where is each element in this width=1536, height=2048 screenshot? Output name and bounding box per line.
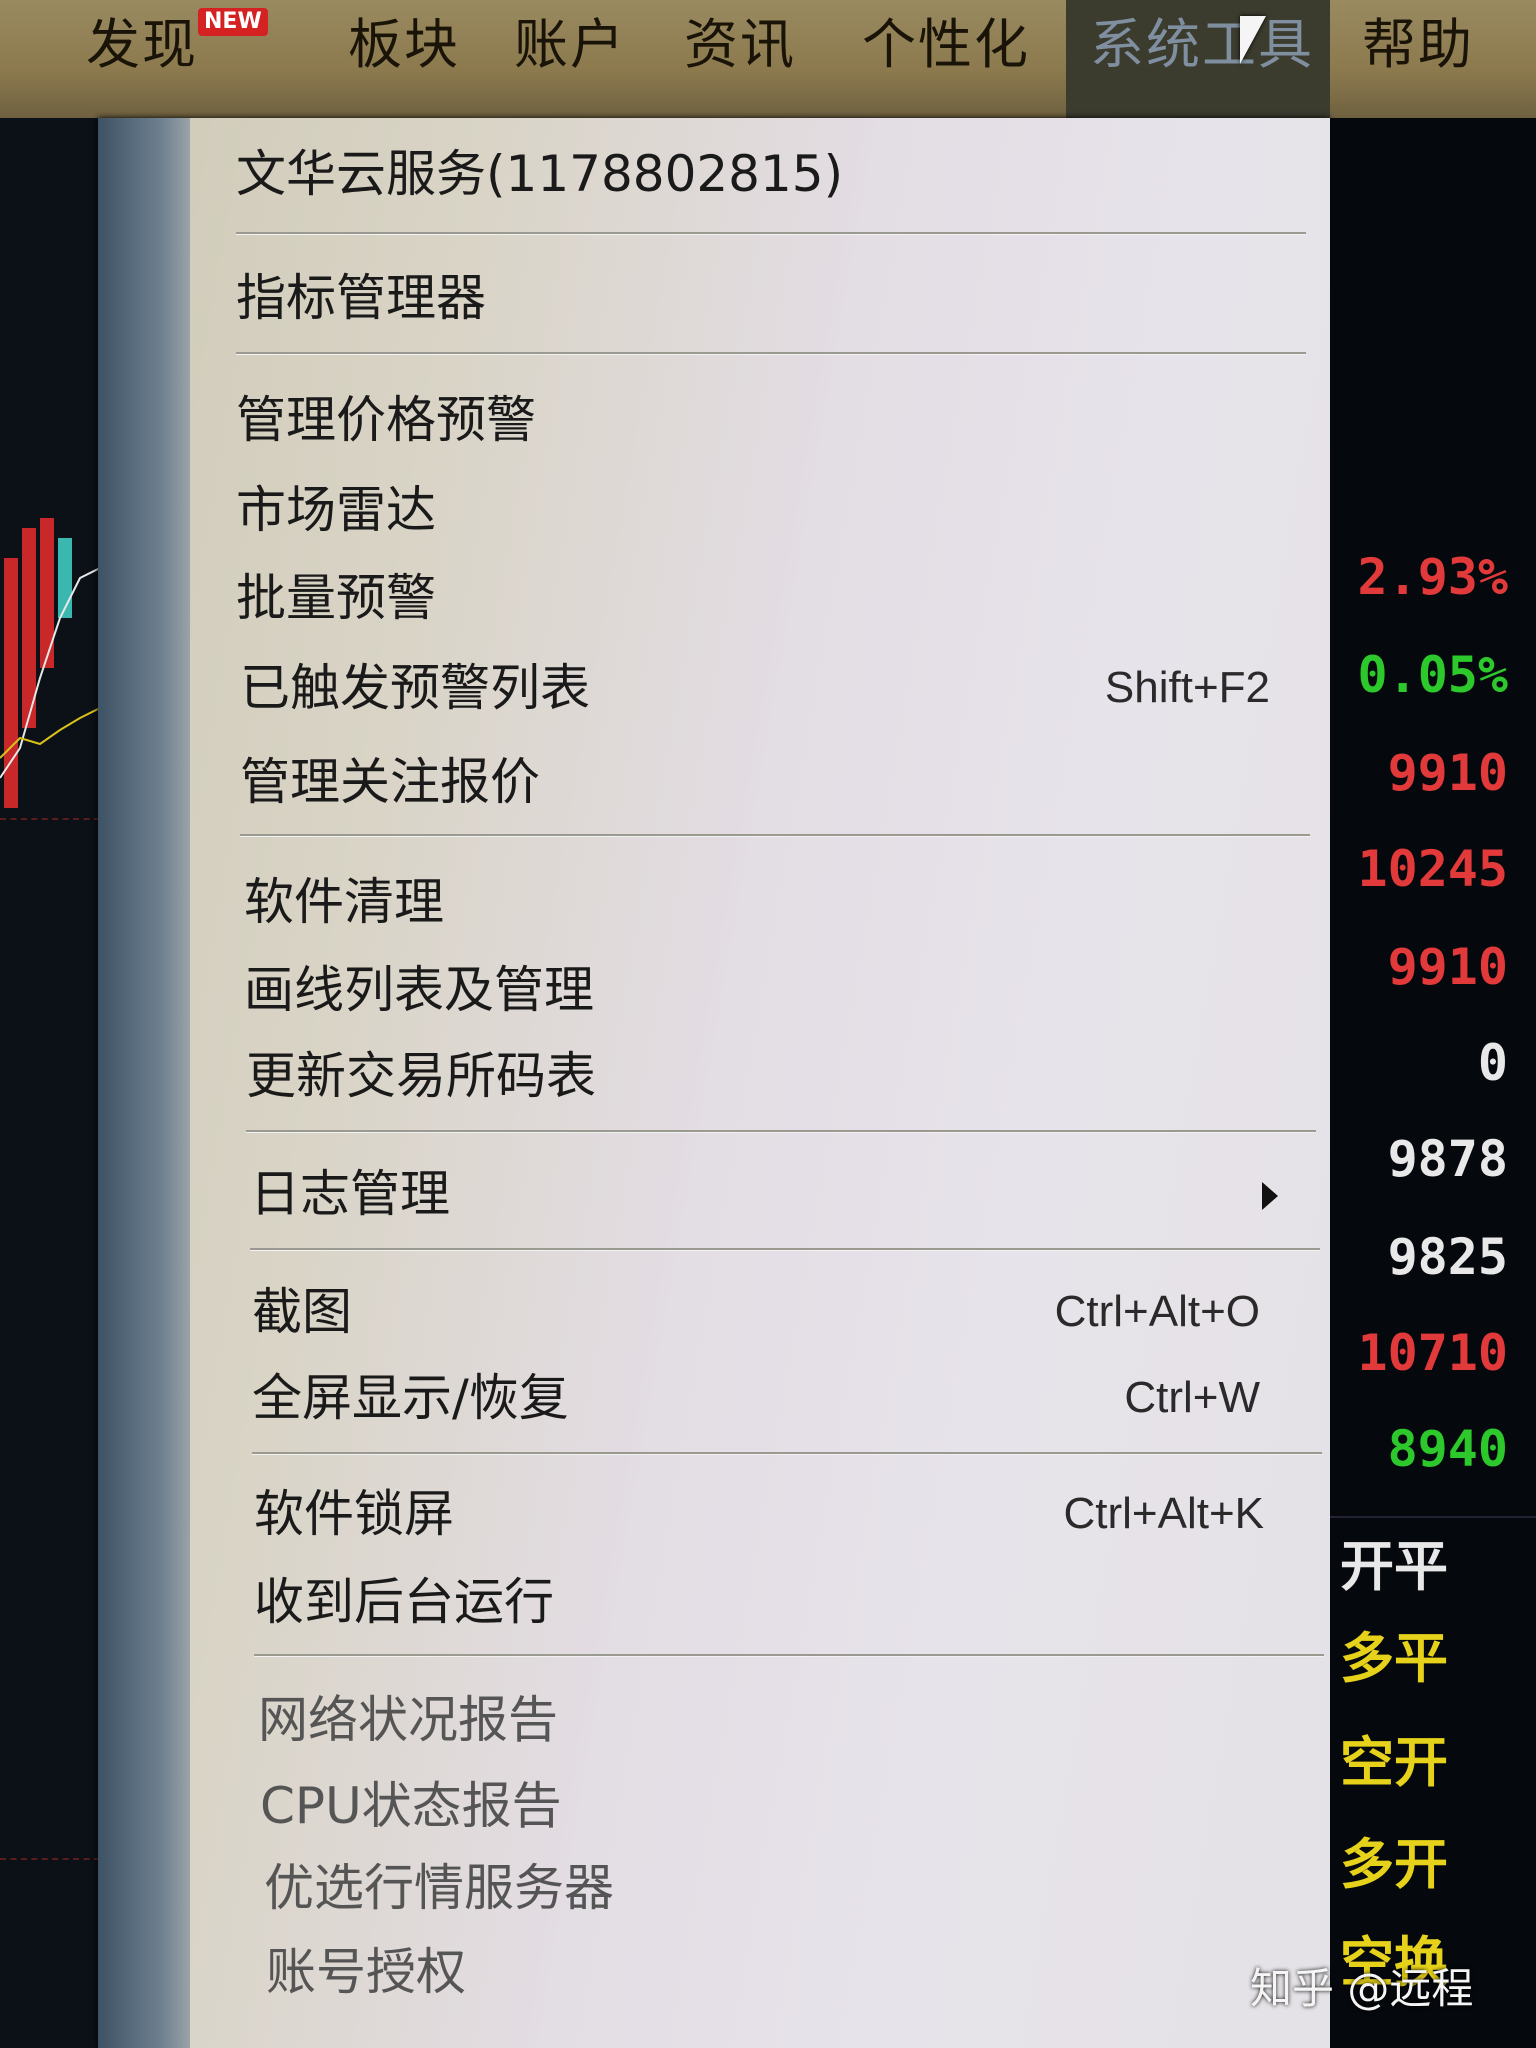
menu-sector[interactable]: 板块 [348, 0, 460, 118]
mouse-cursor-icon [1240, 16, 1266, 64]
menu-separator [236, 232, 1306, 235]
menu-news-label: 资讯 [684, 13, 796, 76]
menu-item-software-cleanup[interactable]: 软件清理 [244, 866, 1304, 938]
menu-item-cloud-service[interactable]: 文华云服务(1178802815) [236, 138, 1296, 210]
menu-separator [254, 1654, 1324, 1657]
panel-divider [1330, 1516, 1536, 1518]
quote-value: 9910 [1387, 744, 1508, 802]
quote-value: 9910 [1387, 938, 1508, 996]
menu-discover-label: 发现 [86, 13, 198, 76]
menu-discover[interactable]: 发现 [86, 0, 198, 118]
menu-item-triggered-alerts[interactable]: 已触发预警列表 Shift+F2 [240, 652, 1270, 724]
watermark: 知乎 @远程 [1250, 1964, 1474, 2013]
menu-item-cpu-report[interactable]: CPU状态报告 [260, 1770, 1320, 1842]
change-percent: 2.93% [1357, 548, 1508, 606]
trade-type: 多开 [1340, 1833, 1448, 1896]
menu-item-account-auth[interactable]: 账号授权 [266, 1936, 1326, 2008]
menu-item-shortcut: Ctrl+Alt+O [1054, 1287, 1260, 1336]
menu-item-label: 软件锁屏 [254, 1485, 454, 1543]
menu-item-label: 网络状况报告 [258, 1691, 558, 1749]
menu-item-preferred-server[interactable]: 优选行情服务器 [264, 1852, 1324, 1924]
menu-item-label: 指标管理器 [236, 269, 486, 327]
menu-personalize-label: 个性化 [862, 13, 1030, 76]
menu-sector-label: 板块 [348, 13, 460, 76]
menu-item-shortcut: Ctrl+W [1124, 1373, 1260, 1422]
menu-separator [240, 834, 1310, 837]
new-badge: NEW [198, 8, 268, 36]
menu-item-network-report[interactable]: 网络状况报告 [258, 1684, 1318, 1756]
menu-side-stripe [98, 118, 190, 2048]
menu-item-batch-alert[interactable]: 批量预警 [236, 562, 1296, 634]
menu-item-update-exchange-codes[interactable]: 更新交易所码表 [246, 1040, 1306, 1112]
menu-item-market-radar[interactable]: 市场雷达 [236, 474, 1296, 546]
menu-item-label: 已触发预警列表 [240, 659, 590, 717]
trade-type: 多平 [1340, 1627, 1448, 1690]
menu-separator [252, 1452, 1322, 1455]
menu-item-drawing-list[interactable]: 画线列表及管理 [244, 954, 1304, 1026]
trade-type: 开平 [1340, 1535, 1448, 1598]
menu-item-price-alert[interactable]: 管理价格预警 [236, 384, 1296, 456]
menu-item-indicator-manager[interactable]: 指标管理器 [236, 262, 1296, 334]
menu-item-label: 账号授权 [266, 1943, 466, 2001]
menu-account-label: 账户 [514, 13, 626, 76]
quote-value: 10245 [1357, 840, 1508, 898]
menu-item-shortcut: Shift+F2 [1104, 663, 1270, 712]
menu-item-screenshot[interactable]: 截图 Ctrl+Alt+O [252, 1276, 1260, 1348]
menu-item-label: 管理关注报价 [240, 753, 540, 811]
chart-strip [0, 118, 100, 2048]
menu-news[interactable]: 资讯 [684, 0, 796, 118]
menu-separator [236, 352, 1306, 355]
menu-item-label: 截图 [252, 1283, 352, 1341]
menu-item-log-management[interactable]: 日志管理 [250, 1158, 1290, 1230]
quote-value: 8940 [1387, 1420, 1508, 1478]
menu-help[interactable]: 帮助 [1362, 0, 1474, 118]
quote-value: 0 [1477, 1034, 1508, 1092]
menu-item-run-background[interactable]: 收到后台运行 [254, 1566, 1314, 1638]
quote-value: 9878 [1387, 1130, 1508, 1188]
menu-item-shortcut: Ctrl+Alt+K [1063, 1489, 1264, 1538]
menu-item-label: 文华云服务(1178802815) [236, 145, 844, 203]
menu-help-label: 帮助 [1362, 13, 1474, 76]
menu-item-label: CPU状态报告 [260, 1777, 562, 1835]
menu-item-label: 日志管理 [250, 1165, 450, 1223]
chart-ma-line [0, 567, 100, 779]
menu-item-label: 全屏显示/恢复 [252, 1369, 569, 1427]
menu-item-watch-quotes[interactable]: 管理关注报价 [240, 746, 1300, 818]
menu-item-fullscreen[interactable]: 全屏显示/恢复 Ctrl+W [252, 1362, 1260, 1434]
menu-personalize[interactable]: 个性化 [862, 0, 1030, 118]
quote-value: 9825 [1387, 1228, 1508, 1286]
menu-item-label: 管理价格预警 [236, 391, 536, 449]
menu-item-label: 画线列表及管理 [244, 961, 594, 1019]
quote-panel: 2.93% 0.05% 9910 10245 9910 0 9878 9825 … [1330, 118, 1536, 2048]
menu-item-label: 批量预警 [236, 569, 436, 627]
menu-separator [250, 1248, 1320, 1251]
menu-separator [246, 1130, 1316, 1133]
menu-item-label: 市场雷达 [236, 481, 436, 539]
menu-account[interactable]: 账户 [514, 0, 626, 118]
change-percent-small: 0.05% [1357, 646, 1508, 704]
menu-item-lock-screen[interactable]: 软件锁屏 Ctrl+Alt+K [254, 1478, 1264, 1550]
submenu-arrow-icon [1262, 1182, 1278, 1210]
menu-item-label: 更新交易所码表 [246, 1047, 596, 1105]
quote-value: 10710 [1357, 1324, 1508, 1382]
menu-item-label: 收到后台运行 [254, 1573, 554, 1631]
menu-system-tools-label: 系统工具 [1090, 13, 1314, 76]
menubar: 发现 NEW 板块 账户 资讯 个性化 系统工具 帮助 [0, 0, 1536, 118]
trade-type: 空开 [1340, 1731, 1448, 1794]
menu-system-tools[interactable]: 系统工具 [1066, 0, 1330, 118]
menu-item-label: 优选行情服务器 [264, 1859, 614, 1917]
menu-item-label: 软件清理 [244, 873, 444, 931]
